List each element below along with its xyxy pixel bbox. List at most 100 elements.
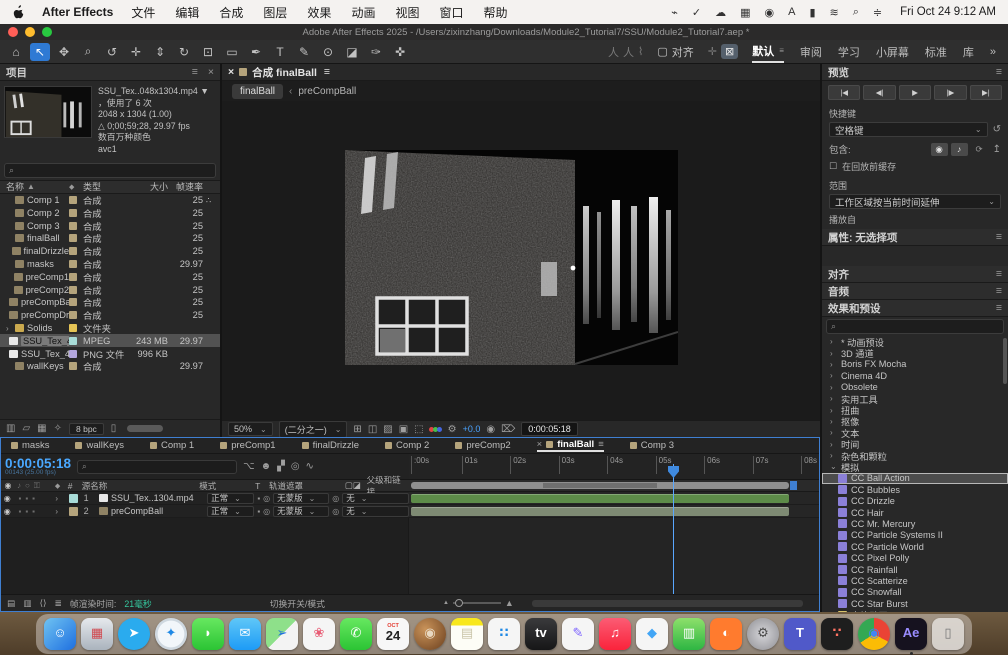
tool-button[interactable]: ⊡ [198, 43, 218, 61]
dock-item[interactable]: Ae [895, 618, 927, 650]
effect-item-row[interactable]: CC Pixel Polly [822, 552, 1008, 563]
status-icon[interactable]: ≑ [873, 6, 882, 19]
number-column[interactable]: # [68, 481, 82, 491]
dock-item[interactable]: ☺ [44, 618, 76, 650]
dock-item[interactable]: ◗ [192, 618, 224, 650]
menu-item[interactable]: 图层 [263, 4, 287, 21]
tab-label[interactable]: Comp 3 [641, 440, 674, 451]
dock-item[interactable]: ❀ [303, 618, 335, 650]
tab-label[interactable]: finalBall [557, 439, 594, 450]
preserve-column[interactable]: T [255, 481, 269, 491]
panel-menu-icon[interactable]: ≡ [996, 302, 1002, 314]
menu-item[interactable]: 文件 [131, 4, 155, 21]
tab-label[interactable]: Comp 2 [396, 440, 429, 451]
item-name[interactable]: preCompBall [21, 297, 69, 307]
preserve-transparency-icon[interactable]: ▪ [257, 494, 260, 503]
effect-category-row[interactable]: › Boris FX Mocha [822, 359, 1008, 370]
expand-arrow-icon[interactable]: › [830, 428, 837, 437]
mode-column[interactable]: 模式 [199, 480, 255, 492]
delete-icon[interactable]: ▯ [111, 423, 117, 434]
timeline-tab[interactable]: × Comp 3 ≡ [630, 440, 674, 451]
category-label[interactable]: Boris FX Mocha [841, 359, 906, 369]
status-icon[interactable]: ⌁ [671, 6, 678, 19]
tool-button[interactable]: ↺ [102, 43, 122, 61]
project-item-row[interactable]: SSU_Tex_4.png PNG 文件 996 KB [0, 347, 220, 360]
lock-column-icon[interactable]: ⚿ [34, 481, 40, 491]
dock-item[interactable]: ▦ [81, 618, 113, 650]
tab-label[interactable]: masks [22, 440, 49, 451]
label-color-swatch[interactable] [69, 311, 77, 319]
project-item-row[interactable]: wallKeys 合成 29.97 [0, 360, 220, 373]
preserve-transparency-icon[interactable]: ▪ [257, 507, 260, 516]
label-color-swatch[interactable] [69, 286, 77, 294]
menu-app-name[interactable]: After Effects [42, 5, 113, 19]
tool-button[interactable]: ◪ [342, 43, 362, 61]
panel-menu-icon[interactable]: ≡ [192, 66, 198, 78]
apple-menu-icon[interactable] [12, 5, 24, 19]
project-item-row[interactable]: preCompBall 合成 25 [0, 296, 220, 309]
timeline-tab[interactable]: × Comp 2 ≡ [385, 440, 429, 451]
dock-item[interactable]: ◆ [636, 618, 668, 650]
category-label[interactable]: Cinema 4D [841, 371, 887, 381]
menu-clock[interactable]: Fri Oct 24 9:12 AM [900, 6, 996, 18]
menu-item[interactable]: 窗口 [439, 4, 463, 21]
transport-button[interactable]: ▶ [899, 85, 931, 100]
viewer-canvas-area[interactable] [222, 101, 820, 420]
item-name[interactable]: finalDrizzle [24, 246, 69, 256]
dock-item[interactable]: ▥ [673, 618, 705, 650]
tool-button[interactable]: ▭ [222, 43, 242, 61]
effect-category-row[interactable]: › Cinema 4D [822, 370, 1008, 381]
project-item-row[interactable]: finalDrizzle 合成 25 [0, 245, 220, 258]
project-item-row[interactable]: finalBall 合成 25 [0, 232, 220, 245]
effect-label[interactable]: CC Rainfall [851, 565, 897, 575]
dock-item[interactable]: OCT 24 [377, 618, 409, 650]
timeline-toggle-icon[interactable]: ⌥ [243, 461, 255, 472]
layer-color-swatch[interactable] [69, 507, 78, 516]
expand-arrow-icon[interactable]: › [830, 417, 837, 426]
item-name[interactable]: masks [27, 259, 54, 269]
parent-pickwhip-icon[interactable]: ◎ [332, 507, 339, 516]
expand-arrow-icon[interactable]: › [830, 349, 837, 358]
tool-button[interactable]: ⌂ [6, 43, 26, 61]
column-size[interactable]: 大小 [130, 180, 172, 193]
menu-item[interactable]: 帮助 [483, 4, 507, 21]
effects-panel-title[interactable]: 效果和预设 [828, 301, 881, 316]
fast-preview-icon[interactable]: ◫ [368, 424, 377, 435]
tool-button[interactable]: ↖ [30, 43, 50, 61]
snap-control[interactable]: ▢ 对齐 [657, 44, 693, 60]
range-dropdown[interactable]: 工作区域按当前时间延伸⌄ [829, 194, 1001, 209]
project-item-row[interactable]: Comp 3 合成 25 [0, 219, 220, 232]
layer-color-swatch[interactable] [69, 494, 78, 503]
toolbar-icon[interactable]: 人 [623, 44, 634, 60]
effect-category-row[interactable]: › 3D 通道 [822, 347, 1008, 358]
item-name[interactable]: finalBall [27, 233, 60, 243]
label-color-swatch[interactable] [69, 350, 77, 358]
effect-label[interactable]: CC Mr. Mercury [851, 519, 915, 529]
resolution-dropdown[interactable]: (二分之一)⌄ [279, 421, 348, 438]
project-item-row[interactable]: masks 合成 29.97 [0, 258, 220, 271]
preview-panel-title[interactable]: 预览 [828, 65, 849, 80]
matte-pickwhip-icon[interactable]: ◎ [263, 494, 270, 503]
dock-item[interactable]: ◐ [710, 618, 742, 650]
effect-label[interactable]: CC Drizzle [851, 496, 895, 506]
project-item-row[interactable]: SSU_Tex_4.mp4 MPEG 243 MB 29.97 [0, 334, 220, 347]
timeline-toggle-icon[interactable]: ◎ [291, 461, 300, 472]
status-icon[interactable]: ⌕ [853, 6, 859, 19]
status-icon[interactable]: ▮ [809, 6, 815, 19]
tool-button[interactable]: ⊙ [318, 43, 338, 61]
exposure-gear-icon[interactable]: ⚙ [448, 424, 457, 435]
status-icon[interactable]: ✓ [692, 6, 701, 19]
audio-panel-title[interactable]: 音频 [828, 284, 849, 299]
matte-pickwhip-icon[interactable]: ◎ [263, 507, 270, 516]
label-color-swatch[interactable] [69, 209, 77, 217]
audio-column-icon[interactable]: ♪ [17, 481, 21, 491]
tool-button[interactable]: T [270, 43, 290, 61]
zoom-slider-knob[interactable] [455, 599, 463, 607]
expand-arrow-icon[interactable]: › [830, 394, 837, 403]
category-label[interactable]: 3D 通道 [841, 346, 874, 360]
label-color-swatch[interactable] [69, 273, 77, 281]
status-icon[interactable]: ▦ [740, 6, 750, 19]
parent-dropdown[interactable]: 无⌄ [342, 493, 409, 504]
timeline-tab[interactable]: × preComp1 ≡ [220, 440, 275, 451]
dock-item[interactable]: tv [525, 618, 557, 650]
